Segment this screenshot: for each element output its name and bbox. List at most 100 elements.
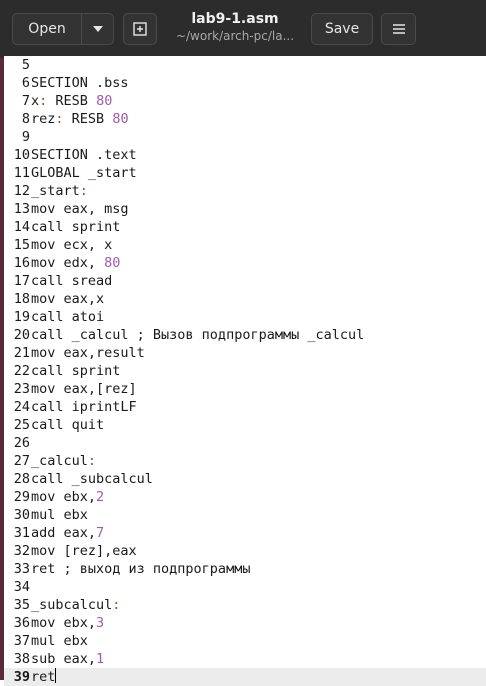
- line-number: 31: [13, 525, 30, 541]
- line-number: 10: [13, 147, 30, 163]
- line-number: 24: [13, 399, 30, 415]
- line-number: 9: [21, 129, 30, 145]
- code-line[interactable]: 6SECTION .bss: [4, 74, 486, 92]
- code-line[interactable]: 24call iprintLF: [4, 398, 486, 416]
- line-number: 33: [13, 561, 30, 577]
- main-menu-button[interactable]: [381, 13, 416, 45]
- code-line[interactable]: 10SECTION .text: [4, 146, 486, 164]
- code-line[interactable]: 36mov ebx,3: [4, 614, 486, 632]
- code-line[interactable]: 22call sprint: [4, 362, 486, 380]
- code-line[interactable]: 19call atoi: [4, 308, 486, 326]
- code-token: call atoi: [31, 309, 105, 325]
- line-number: 32: [13, 543, 30, 559]
- code-line[interactable]: 31add eax,7: [4, 524, 486, 542]
- code-token: call sread: [31, 273, 113, 289]
- code-line[interactable]: 9: [4, 128, 486, 146]
- save-button-label: Save: [324, 21, 360, 37]
- code-line[interactable]: 11GLOBAL _start: [4, 164, 486, 182]
- code-token: ret ; выход из подпрограммы: [31, 561, 251, 577]
- code-line[interactable]: 27_calcul:: [4, 452, 486, 470]
- code-text: call iprintLF: [30, 399, 137, 415]
- open-dropdown-button[interactable]: [81, 13, 114, 45]
- code-text: call atoi: [30, 309, 104, 325]
- window-title: lab9-1.asm: [191, 11, 279, 27]
- code-text: call sprint: [30, 363, 120, 379]
- label-colon: :: [87, 453, 97, 469]
- code-line[interactable]: 17call sread: [4, 272, 486, 290]
- code-token: mov eax,result: [31, 345, 145, 361]
- code-line[interactable]: 37mul ebx: [4, 632, 486, 650]
- code-line[interactable]: 7x: RESB 80: [4, 92, 486, 110]
- new-tab-button[interactable]: [123, 13, 157, 45]
- code-token: rez: [31, 111, 56, 127]
- code-text: mul ebx: [30, 507, 88, 523]
- code-line[interactable]: 28call _subcalcul: [4, 470, 486, 488]
- number-literal: 2: [96, 489, 105, 505]
- line-number: 25: [13, 417, 30, 433]
- code-token: GLOBAL _start: [31, 165, 137, 181]
- code-text: mov ecx, x: [30, 237, 112, 253]
- code-line[interactable]: 34: [4, 578, 486, 596]
- code-token: mov ecx, x: [31, 237, 113, 253]
- code-token: mov ebx,: [31, 615, 97, 631]
- code-line[interactable]: 26: [4, 434, 486, 452]
- line-number: 20: [13, 327, 30, 343]
- code-line[interactable]: 13mov eax, msg: [4, 200, 486, 218]
- line-number: 19: [13, 309, 30, 325]
- save-button[interactable]: Save: [311, 13, 373, 45]
- line-number: 29: [13, 489, 30, 505]
- code-text: mov ebx,3: [30, 615, 104, 631]
- code-token: mov eax, msg: [31, 201, 129, 217]
- code-line[interactable]: 29mov ebx,2: [4, 488, 486, 506]
- code-text: call _calcul ; Вызов подпрограммы _calcu…: [30, 327, 364, 343]
- hamburger-icon: [392, 24, 405, 34]
- code-token: call sprint: [31, 363, 121, 379]
- code-text: SECTION .bss: [30, 75, 129, 91]
- code-line[interactable]: 35_subcalcul:: [4, 596, 486, 614]
- code-line[interactable]: 21mov eax,result: [4, 344, 486, 362]
- code-token: mov edx,: [31, 255, 105, 271]
- window-title-block: lab9-1.asm ~/work/arch-pc/la...: [165, 10, 305, 44]
- line-number: 26: [13, 435, 30, 451]
- code-text: add eax,7: [30, 525, 104, 541]
- code-line[interactable]: 20call _calcul ; Вызов подпрограммы _cal…: [4, 326, 486, 344]
- code-line[interactable]: 12_start:: [4, 182, 486, 200]
- code-line[interactable]: 38sub eax,1: [4, 650, 486, 668]
- code-line[interactable]: 16mov edx, 80: [4, 254, 486, 272]
- code-text: mov ebx,2: [30, 489, 104, 505]
- line-number: 16: [13, 255, 30, 271]
- code-line[interactable]: 23mov eax,[rez]: [4, 380, 486, 398]
- line-number: 14: [13, 219, 30, 235]
- line-number: 36: [13, 615, 30, 631]
- code-line[interactable]: 14call sprint: [4, 218, 486, 236]
- code-text: mul ebx: [30, 633, 88, 649]
- code-line[interactable]: 32mov [rez],eax: [4, 542, 486, 560]
- code-text: sub eax,1: [30, 651, 104, 667]
- code-text: _calcul:: [30, 453, 96, 469]
- code-line[interactable]: 33ret ; выход из подпрограммы: [4, 560, 486, 578]
- file-path: ~/work/arch-pc/la...: [175, 29, 295, 43]
- code-editor[interactable]: 5 6SECTION .bss 7x: RESB 80 8rez: RESB 80 9 1…: [4, 56, 486, 686]
- code-line[interactable]: 30mul ebx: [4, 506, 486, 524]
- code-line[interactable]: 15mov ecx, x: [4, 236, 486, 254]
- code-text: rez: RESB 80: [30, 111, 129, 127]
- line-number: 17: [13, 273, 30, 289]
- code-token: call _subcalcul: [31, 471, 153, 487]
- number-literal: 80: [104, 255, 121, 271]
- code-token: mov eax,x: [31, 291, 105, 307]
- label-colon: :: [79, 183, 88, 199]
- code-line[interactable]: 5: [4, 56, 486, 74]
- code-token: SECTION .bss: [31, 75, 129, 91]
- code-line[interactable]: 25call quit: [4, 416, 486, 434]
- code-line[interactable]: 8rez: RESB 80: [4, 110, 486, 128]
- line-number: 28: [13, 471, 30, 487]
- code-line[interactable]: 18mov eax,x: [4, 290, 486, 308]
- open-button[interactable]: Open: [12, 13, 82, 45]
- code-line[interactable]: 39ret: [4, 668, 486, 686]
- label-colon: :: [55, 111, 64, 127]
- code-text: mov eax, msg: [30, 201, 129, 217]
